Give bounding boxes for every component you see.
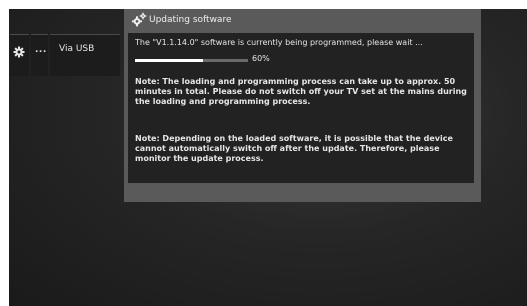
dialog-title: Updating software [149, 15, 232, 25]
tv-screen: ... Via USB Updating software The "V1.1.… [9, 9, 527, 306]
update-dialog: Updating software The "V1.1.14.0" softwa… [124, 9, 481, 202]
progress-percent: 60% [252, 54, 270, 63]
note-loading-time: Note: The loading and programming proces… [135, 77, 467, 106]
progress-bar [135, 59, 248, 62]
progress-fill [135, 59, 203, 62]
more-label: ... [35, 45, 47, 55]
settings-tile[interactable] [10, 34, 29, 76]
dialog-header: Updating software [124, 9, 481, 33]
gear-icon [13, 46, 25, 58]
update-message: The "V1.1.14.0" software is currently be… [135, 38, 423, 47]
gears-icon [132, 12, 147, 27]
more-tile[interactable]: ... [31, 34, 48, 76]
dialog-body: The "V1.1.14.0" software is currently be… [128, 33, 474, 183]
note-monitor-update: Note: Depending on the loaded software, … [135, 134, 453, 163]
via-usb-tile[interactable]: Via USB [50, 34, 120, 76]
via-usb-label: Via USB [59, 44, 95, 54]
